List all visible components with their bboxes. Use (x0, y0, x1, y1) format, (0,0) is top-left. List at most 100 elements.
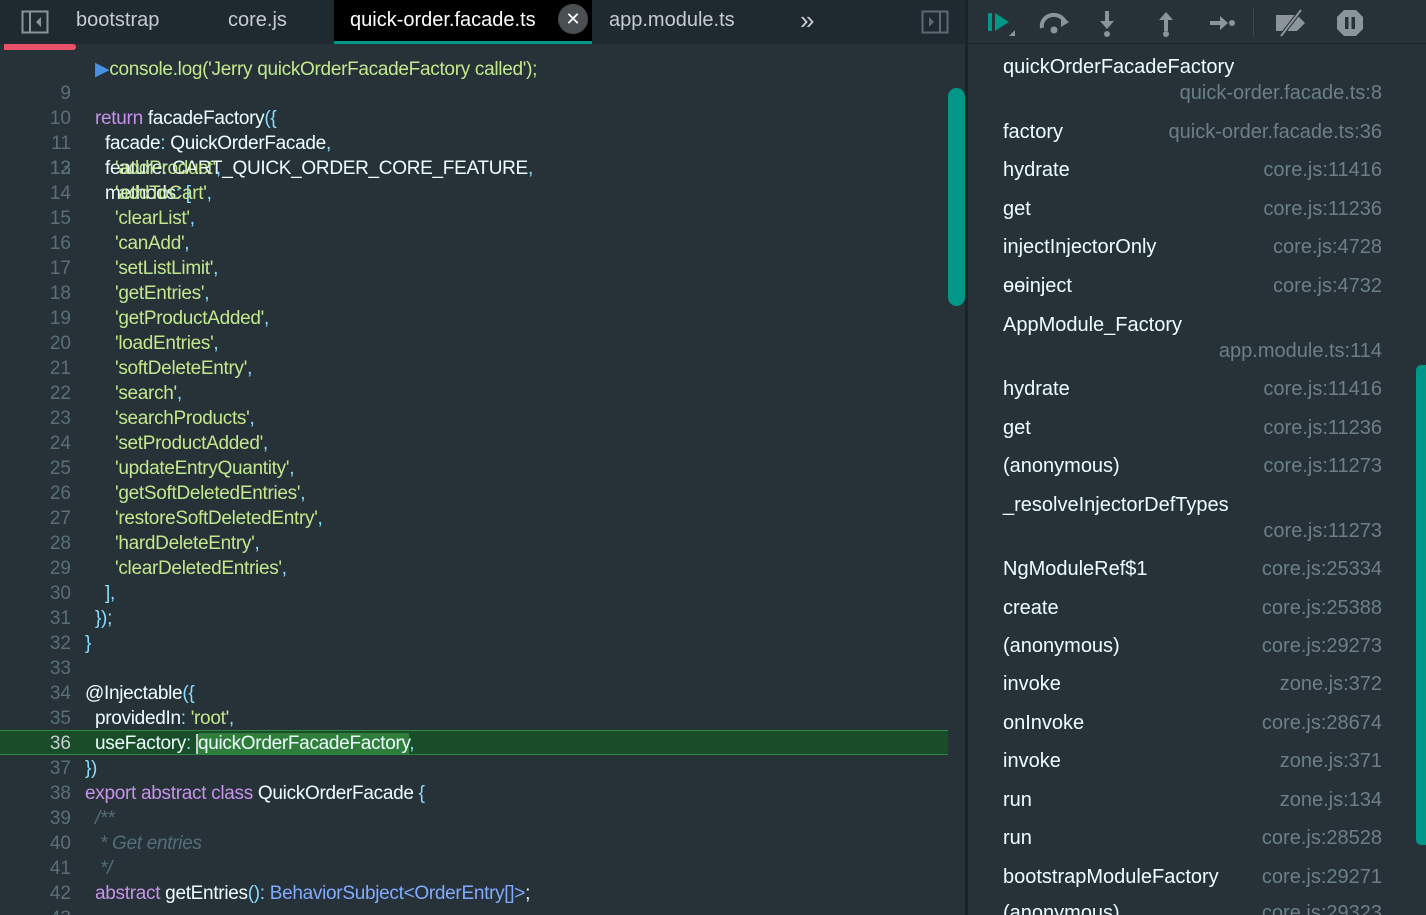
line-number: 19 (49, 308, 71, 329)
call-stack-scrollbar[interactable] (1416, 365, 1426, 845)
frame-location[interactable]: core.js:11236 (1263, 198, 1382, 221)
tab-core-js[interactable]: core.js (228, 0, 287, 44)
frame-location[interactable]: core.js:11273 (1263, 455, 1382, 478)
resume-icon[interactable] (982, 6, 1018, 40)
tab-label: bootstrap (76, 9, 160, 31)
comment: * Get entries (95, 833, 202, 854)
frame-location[interactable]: core.js:25388 (1262, 597, 1382, 620)
frame-location[interactable]: core.js:25334 (1262, 558, 1382, 581)
line-number: 23 (49, 408, 71, 429)
code-token: abstract (95, 883, 166, 904)
tab-quick-order-facade[interactable]: quick-order.facade.ts ✕ (334, 0, 592, 44)
code-line: 19'getProductAdded', (0, 306, 948, 331)
string-literal: 'setListLimit' (115, 258, 214, 279)
frame-function: factory (1003, 121, 1064, 143)
frame-location[interactable]: core.js:29323 (1262, 902, 1382, 915)
frame-location[interactable]: core.js:29271 (1262, 866, 1382, 889)
code-token: export abstract class (85, 783, 258, 804)
frame-function: quickOrderFacadeFactory (1003, 56, 1235, 78)
line-number: 26 (49, 483, 71, 504)
line-number: 14 (49, 183, 71, 204)
frame-function: (anonymous) (1003, 455, 1120, 477)
code-editor[interactable]: ▶console.log('Jerry quickOrderFacadeFact… (0, 44, 965, 915)
toggle-debugger-icon[interactable] (920, 8, 950, 36)
frame-location[interactable]: core.js:28528 (1262, 827, 1382, 850)
code-token: (): (247, 883, 270, 904)
frame-location[interactable]: core.js:29273 (1262, 635, 1382, 658)
frame-function: _resolveInjectorDefTypes (1003, 494, 1229, 516)
code-line: 26'getSoftDeletedEntries', (0, 481, 948, 506)
toggle-sidebar-icon[interactable] (20, 8, 50, 36)
code-line: 10 facade: QuickOrderFacade, (0, 81, 948, 154)
line-number: 17 (49, 258, 71, 279)
code-line: 27'restoreSoftDeletedEntry', (0, 506, 948, 531)
line-number: 43 (0, 906, 71, 915)
comment: */ (95, 858, 113, 879)
line-number: 32 (49, 633, 71, 654)
frame-function: (anonymous) (1003, 635, 1120, 657)
frame-location[interactable]: core.js:4732 (1273, 275, 1382, 298)
frame-location[interactable]: zone.js:134 (1280, 789, 1382, 812)
frame-location[interactable]: core.js:28674 (1262, 712, 1382, 735)
frame-location[interactable]: zone.js:372 (1280, 673, 1382, 696)
code-line: 24'setProductAdded', (0, 431, 948, 456)
string-literal: 'clearList' (115, 208, 190, 229)
frame-function: NgModuleRef$1 (1003, 558, 1148, 580)
frame-location[interactable]: quick-order.facade.ts:8 (1180, 82, 1382, 105)
frame-function: get (1003, 417, 1031, 439)
line-number: 24 (49, 433, 71, 454)
code-line: 43 (0, 906, 948, 915)
pause-on-exceptions-icon[interactable] (1333, 6, 1367, 40)
line-number: 42 (49, 883, 71, 904)
code-line: 15'clearList', (0, 206, 948, 231)
current-execution-line: 36 useFactory: quickOrderFacadeFactory, (0, 730, 948, 755)
frame-function: create (1003, 597, 1059, 619)
editor-scrollbar[interactable] (948, 88, 965, 306)
frame-location[interactable]: core.js:4728 (1273, 236, 1382, 259)
frame-location[interactable]: core.js:11273 (1263, 520, 1382, 543)
frame-location[interactable]: zone.js:371 (1280, 750, 1382, 773)
line-number: 41 (49, 858, 71, 879)
code-line: 38 export abstract class QuickOrderFacade… (0, 781, 948, 806)
frame-location[interactable]: core.js:11416 (1263, 378, 1382, 401)
line-number: 35 (49, 708, 71, 729)
line-number: 16 (49, 233, 71, 254)
frame-location[interactable]: core.js:11236 (1263, 417, 1382, 440)
frame-location[interactable]: app.module.ts:114 (1219, 340, 1382, 363)
code-line: 17'setListLimit', (0, 256, 948, 281)
breakpoint-marker[interactable] (4, 44, 76, 50)
string-literal: 'root' (190, 708, 230, 729)
code-token: }) (85, 758, 98, 779)
step-icon[interactable] (1205, 6, 1239, 40)
code-line: 13'addProduct', (0, 156, 948, 181)
frame-function: ɵɵinject (1003, 275, 1072, 297)
deactivate-breakpoints-icon[interactable] (1271, 6, 1311, 40)
code-line: 30], (0, 581, 948, 606)
line-number: 29 (49, 558, 71, 579)
frame-function: invoke (1003, 750, 1061, 772)
line-number: 30 (49, 583, 71, 604)
line-number: 22 (49, 383, 71, 404)
string-literal: 'getProductAdded' (115, 308, 264, 329)
step-out-icon[interactable] (1151, 6, 1181, 40)
step-over-icon[interactable] (1036, 6, 1072, 40)
line-number: 39 (49, 808, 71, 829)
code-token: { (413, 783, 425, 804)
debugger-toolbar (968, 0, 1426, 44)
toolbar-separator (1253, 8, 1254, 36)
type-annotation: BehaviorSubject<OrderEntry[]> (269, 883, 526, 904)
string-literal: 'setProductAdded' (115, 433, 263, 454)
frame-function: get (1003, 198, 1031, 220)
line-number: 21 (49, 358, 71, 379)
code-line: 40 * Get entries (0, 831, 948, 856)
string-literal: 'updateEntryQuantity' (115, 458, 290, 479)
string-literal: 'getEntries' (115, 283, 205, 304)
editor-tab-bar: bootstrap core.js quick-order.facade.ts … (0, 0, 965, 44)
frame-location[interactable]: quick-order.facade.ts:36 (1169, 121, 1382, 144)
step-into-icon[interactable] (1092, 6, 1122, 40)
more-tabs-icon[interactable]: » (800, 0, 814, 44)
close-tab-icon[interactable]: ✕ (558, 4, 588, 34)
frame-location[interactable]: core.js:11416 (1263, 159, 1382, 182)
tab-bootstrap[interactable]: bootstrap (76, 0, 159, 44)
tab-app-module[interactable]: app.module.ts (609, 0, 735, 44)
